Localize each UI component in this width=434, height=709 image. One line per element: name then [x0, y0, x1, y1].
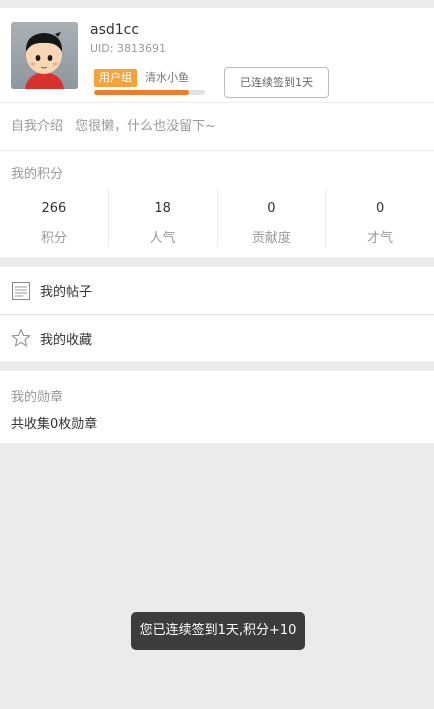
score-label: 贡献度: [251, 231, 291, 246]
score-cell-popularity[interactable]: 18 人气: [109, 189, 218, 247]
self-intro-label: 自我介绍: [11, 119, 64, 134]
score-label: 积分: [40, 231, 67, 246]
score-value: 0: [375, 201, 385, 216]
section-gap: [0, 257, 434, 267]
checkin-button[interactable]: 已连续签到1天: [224, 67, 329, 98]
star-outline-icon: [11, 328, 31, 348]
score-label: 才气: [367, 231, 394, 246]
medal-section: 我的勋章 共收集0枚勋章: [0, 371, 434, 443]
level-progress-fill: [94, 90, 190, 95]
menu-label: 我的帖子: [40, 285, 93, 300]
document-icon: [11, 281, 31, 301]
menu-item-my-favorites[interactable]: 我的收藏: [0, 314, 434, 361]
avatar[interactable]: [11, 22, 78, 89]
menu-item-my-posts[interactable]: 我的帖子: [0, 267, 434, 314]
user-group: 用户组 清水小鱼: [91, 60, 209, 96]
self-intro: 自我介绍 您很懒，什么也没留下~: [0, 103, 434, 151]
score-section-title: 我的积分: [11, 167, 64, 182]
score-value: 0: [267, 201, 276, 216]
score-cell-talent[interactable]: 0 才气: [326, 189, 434, 247]
section-gap: [0, 361, 434, 371]
medal-count: 共收集0枚勋章: [11, 417, 98, 432]
score-cell-points[interactable]: 266 积分: [0, 189, 109, 247]
username: asd1cc: [90, 22, 140, 38]
score-row: 266 积分 18 人气 0 贡献度 0 才气: [0, 189, 434, 247]
score-cell-contribution[interactable]: 0 贡献度: [218, 189, 327, 247]
self-intro-text: 您很懒，什么也没留下~: [75, 119, 217, 134]
toast-message: 您已连续签到1天,积分+10: [131, 612, 305, 650]
score-label: 人气: [149, 231, 176, 246]
top-gap: [0, 0, 434, 8]
menu-list: 我的帖子 我的收藏: [0, 267, 434, 361]
group-name: 清水小鱼: [145, 71, 189, 84]
medal-section-title: 我的勋章: [11, 390, 64, 405]
score-value: 266: [41, 201, 67, 216]
group-tag: 用户组: [94, 69, 137, 87]
profile-header: asd1cc UID: 3813691 用户组 清水小鱼 已连续签到1天: [0, 8, 434, 103]
user-uid: UID: 3813691: [90, 42, 166, 55]
level-progress-bar: [94, 90, 205, 95]
score-section: 我的积分 266 积分 18 人气 0 贡献度 0 才气: [0, 151, 434, 257]
menu-label: 我的收藏: [40, 332, 93, 348]
score-value: 18: [154, 201, 171, 216]
